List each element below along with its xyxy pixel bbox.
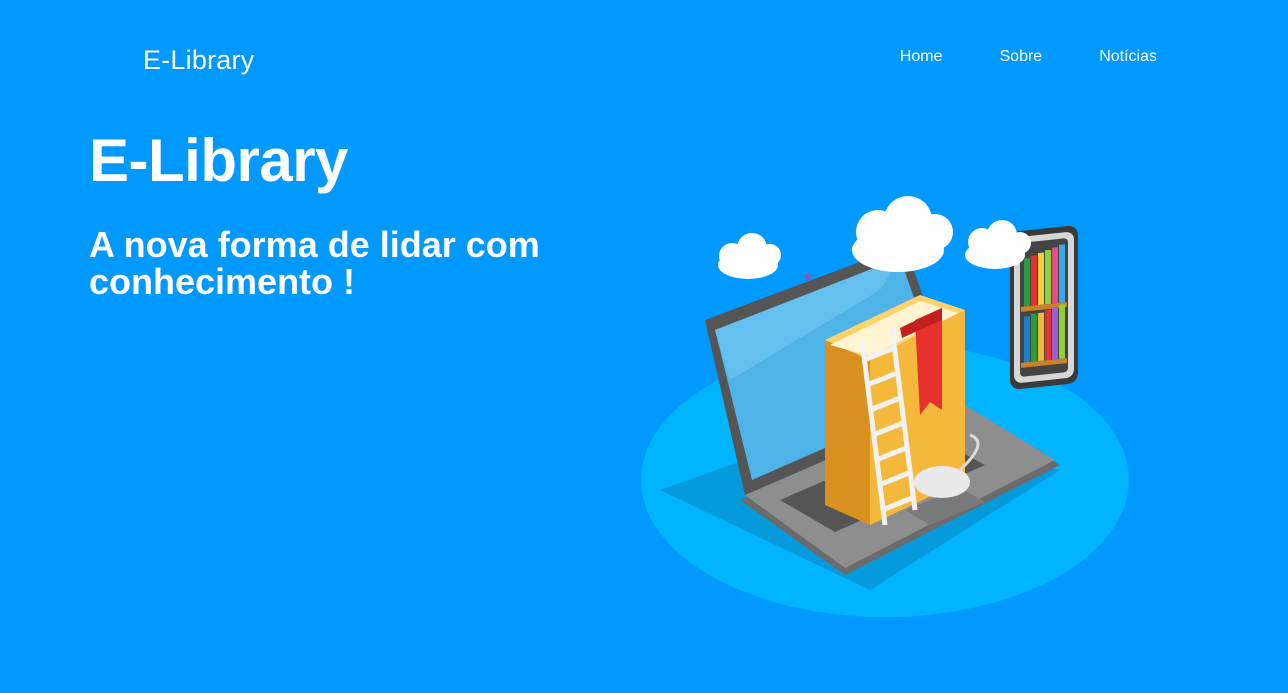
main-nav: Home Sobre Notícias bbox=[900, 48, 1157, 66]
hero-title: E-Library bbox=[89, 127, 348, 194]
nav-link-home[interactable]: Home bbox=[900, 48, 943, 66]
nav-link-sobre[interactable]: Sobre bbox=[1000, 48, 1043, 66]
landing-page: E-Library Home Sobre Notícias E-Library … bbox=[0, 0, 1288, 693]
site-logo[interactable]: E-Library bbox=[143, 45, 254, 76]
nav-link-noticias[interactable]: Notícias bbox=[1099, 48, 1157, 66]
webcam-icon bbox=[804, 273, 812, 281]
hero-subtitle: A nova forma de lidar com conhecimento ! bbox=[89, 224, 540, 302]
cloud-icon bbox=[718, 233, 781, 279]
cloud-icon bbox=[852, 196, 953, 272]
mouse-icon bbox=[914, 466, 970, 498]
cloud-icon bbox=[965, 220, 1031, 269]
laptop-books-illustration bbox=[641, 196, 1129, 617]
phone-bookshelf bbox=[1021, 244, 1067, 368]
